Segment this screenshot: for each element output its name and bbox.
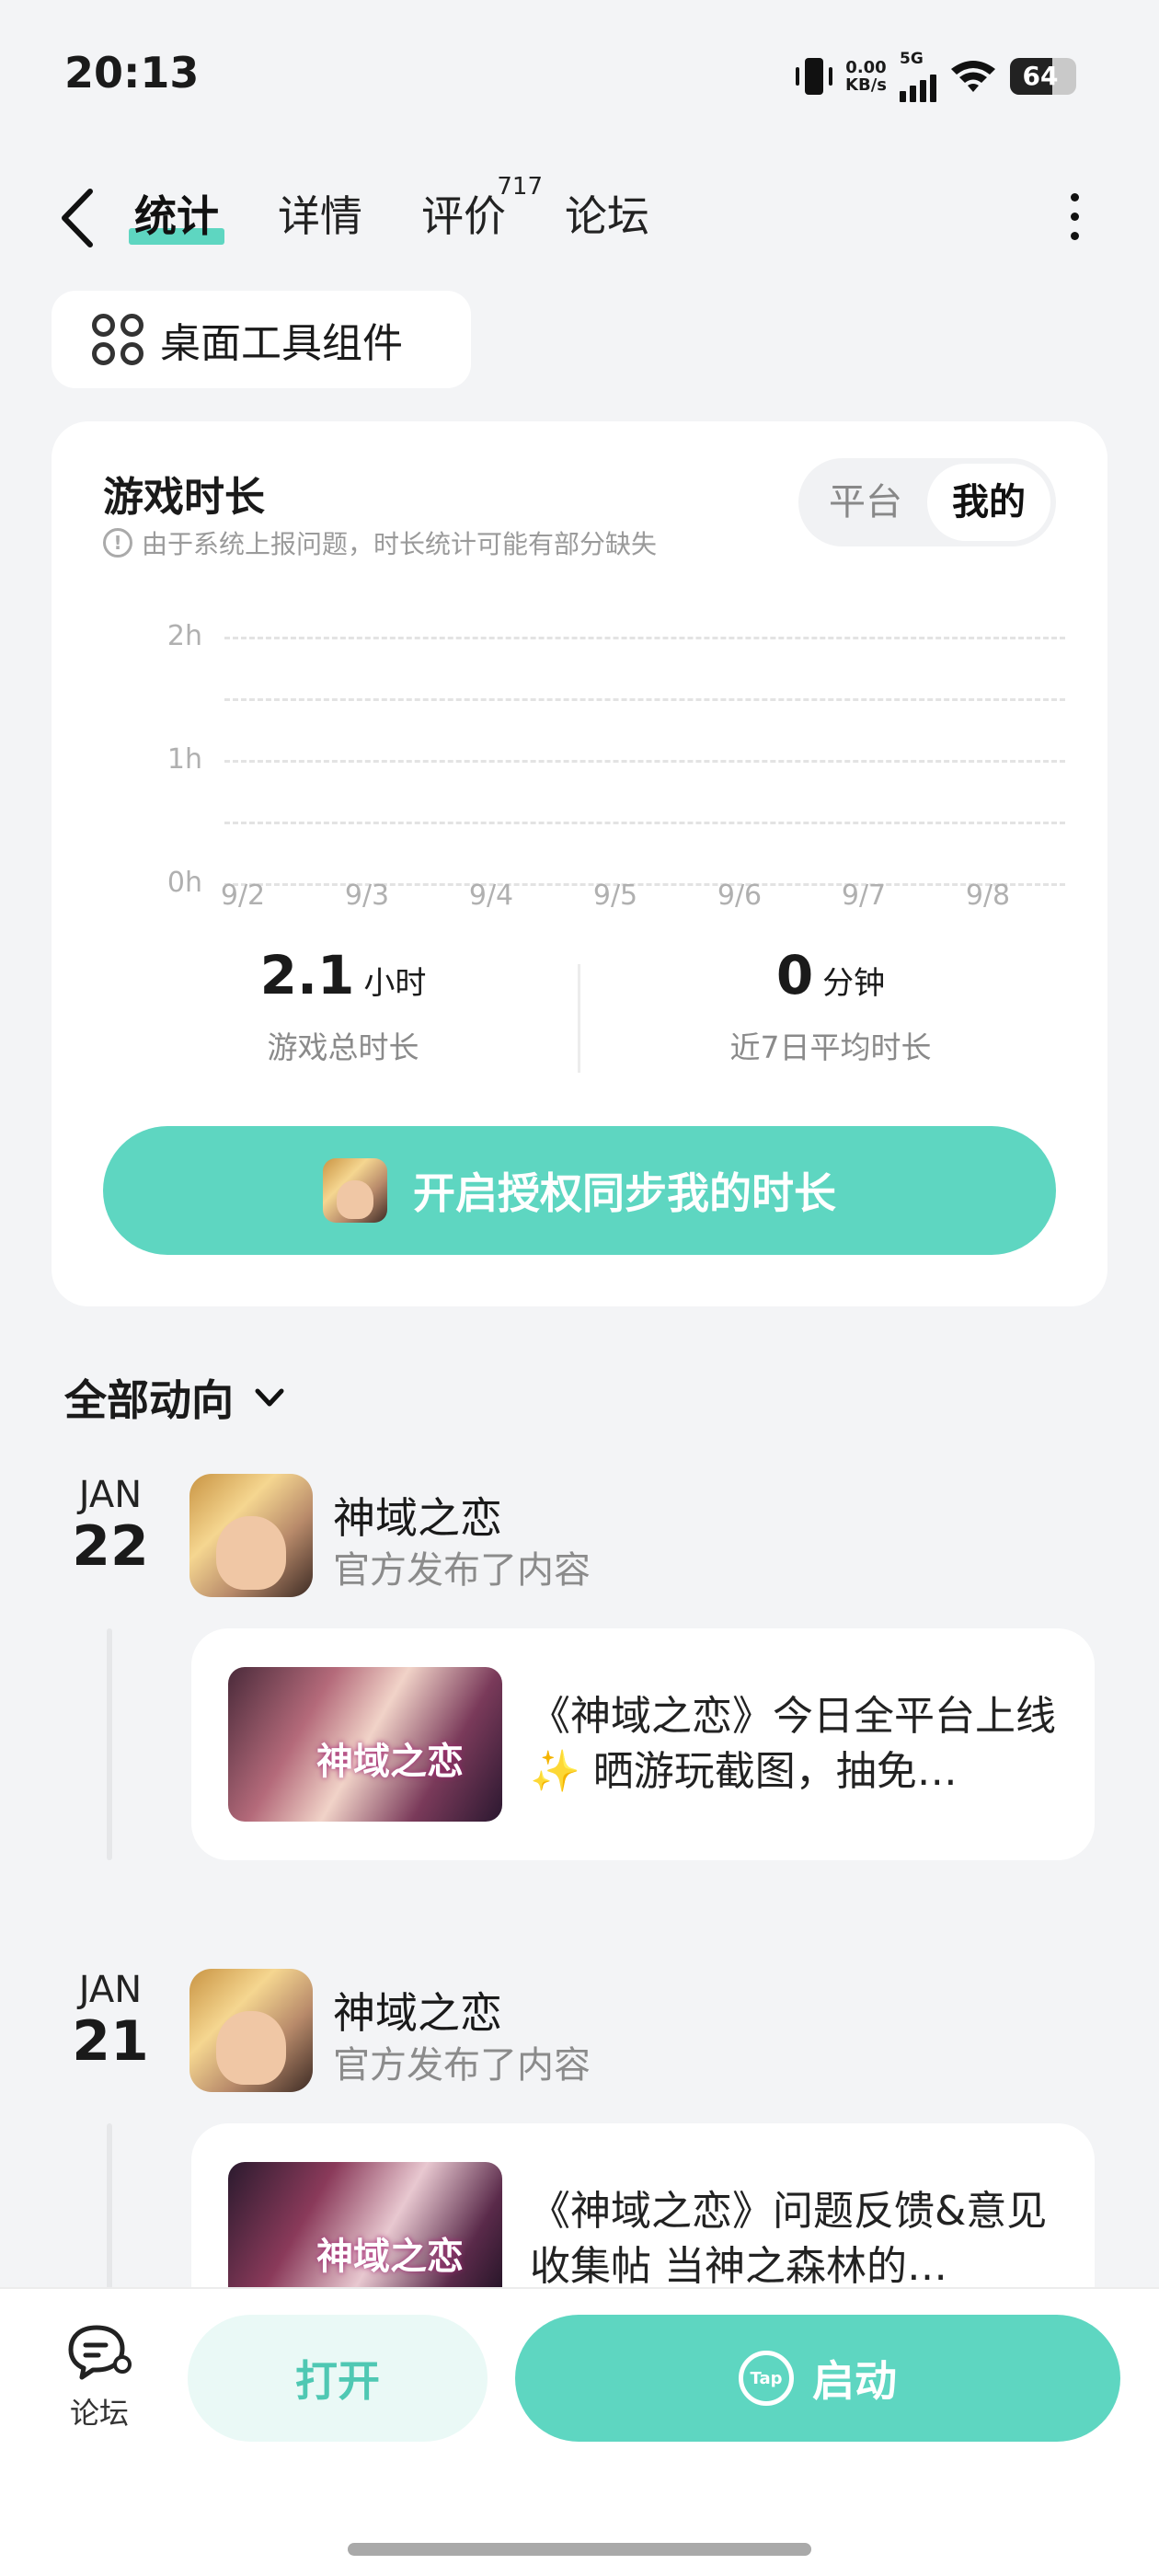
status-bar: 20:13 0.00 KB/s 5G 64 (0, 0, 1159, 147)
y-tick-label: 2h (166, 620, 202, 652)
start-button[interactable]: Tap 启动 (515, 2315, 1120, 2442)
review-count-badge: 717 (497, 173, 543, 201)
feed-filter-dropdown[interactable]: 全部动向 (64, 1367, 287, 1428)
forum-label: 论坛 (69, 2396, 129, 2431)
post-date: JAN 21 (72, 1969, 149, 2074)
post-action: 官方发布了内容 (333, 1549, 591, 1592)
back-arrow-icon[interactable] (55, 186, 101, 250)
x-tick-label: 9/4 (468, 880, 514, 912)
post-card[interactable]: 神域之恋 《神域之恋》今日全平台上线✨ 晒游玩截图，抽免… (191, 1628, 1095, 1860)
game-name[interactable]: 神域之恋 (333, 1485, 502, 1546)
desktop-widget-button[interactable]: 桌面工具组件 (52, 291, 471, 388)
home-indicator[interactable] (348, 2543, 811, 2556)
sync-playtime-button[interactable]: 开启授权同步我的时长 (103, 1126, 1056, 1255)
playtime-title: 游戏时长 (103, 474, 265, 521)
average-playtime: 0 分钟 近7日平均时长 (729, 944, 932, 1065)
post-text: 《神域之恋》问题反馈&意见收集帖 当神之森林的… (530, 2188, 1048, 2287)
wifi-icon (951, 61, 995, 92)
tab-reviews[interactable]: 评价 717 (421, 173, 543, 248)
widget-grid-icon (92, 314, 143, 365)
post-card[interactable]: 神域之恋 《神域之恋》问题反馈&意见收集帖 当神之森林的… (191, 2123, 1095, 2287)
x-tick-label: 9/6 (717, 880, 763, 912)
x-tick-label: 9/8 (965, 880, 1011, 912)
y-tick-label: 0h (166, 867, 202, 899)
game-name[interactable]: 神域之恋 (333, 1980, 502, 2041)
forum-chat-icon (68, 2325, 132, 2380)
tab-bar: 统计 详情 评价 717 论坛 (129, 173, 649, 248)
network-speed: 0.00 KB/s (845, 58, 887, 95)
post-date: JAN 22 (72, 1474, 149, 1579)
status-time: 20:13 (64, 48, 200, 98)
status-icons: 0.00 KB/s 5G 64 (796, 51, 1076, 102)
forum-button[interactable]: 论坛 (55, 2322, 143, 2432)
playtime-note: ! 由于系统上报问题，时长统计可能有部分缺失 (103, 524, 657, 561)
feed-post: JAN 22 神域之恋 官方发布了内容 神域之恋 《神域之恋》今日全平台上线✨ … (0, 1474, 1159, 1860)
vibrate-icon (796, 56, 833, 97)
total-playtime: 2.1 小时 游戏总时长 (259, 944, 427, 1065)
y-tick-label: 1h (166, 743, 202, 776)
scope-toggle: 平台 我的 (798, 458, 1056, 546)
x-tick-label: 9/7 (841, 880, 887, 912)
post-thumbnail: 神域之恋 (228, 1667, 502, 1822)
playtime-summary: 2.1 小时 游戏总时长 0 分钟 近7日平均时长 (52, 944, 1107, 1082)
x-tick-label: 9/3 (344, 880, 390, 912)
game-avatar[interactable] (189, 1474, 313, 1597)
post-thumbnail: 神域之恋 (228, 2162, 502, 2287)
x-tick-label: 9/5 (592, 880, 638, 912)
tab-forum[interactable]: 论坛 (565, 184, 649, 248)
open-button[interactable]: 打开 (188, 2315, 488, 2442)
chevron-down-icon (255, 1388, 284, 1407)
signal-icon: 5G (900, 51, 936, 102)
post-text: 《神域之恋》今日全平台上线✨ 晒游玩截图，抽免… (530, 1693, 1056, 1795)
tab-details[interactable]: 详情 (278, 184, 362, 248)
tap-logo-icon: Tap (739, 2351, 794, 2406)
post-action: 官方发布了内容 (333, 2044, 591, 2087)
more-options-icon[interactable] (1063, 193, 1085, 248)
toggle-platform[interactable]: 平台 (804, 464, 927, 541)
top-nav: 统计 详情 评价 717 论坛 (0, 173, 1159, 267)
x-tick-label: 9/2 (220, 880, 266, 912)
game-avatar[interactable] (189, 1969, 313, 2092)
feed-post: JAN 21 神域之恋 官方发布了内容 神域之恋 《神域之恋》问题反馈&意见收集… (0, 1969, 1159, 2287)
toggle-mine[interactable]: 我的 (927, 464, 1050, 541)
info-icon: ! (103, 528, 132, 558)
playtime-chart: 2h 1h 0h (103, 605, 1115, 900)
tab-stats[interactable]: 统计 (129, 184, 224, 248)
battery-icon: 64 (1010, 58, 1076, 95)
game-avatar-icon (323, 1158, 387, 1223)
bottom-action-bar: 论坛 打开 Tap 启动 (0, 2287, 1159, 2576)
playtime-card: 游戏时长 ! 由于系统上报问题，时长统计可能有部分缺失 平台 我的 2h 1h … (52, 421, 1107, 1306)
widget-button-label: 桌面工具组件 (160, 320, 403, 367)
